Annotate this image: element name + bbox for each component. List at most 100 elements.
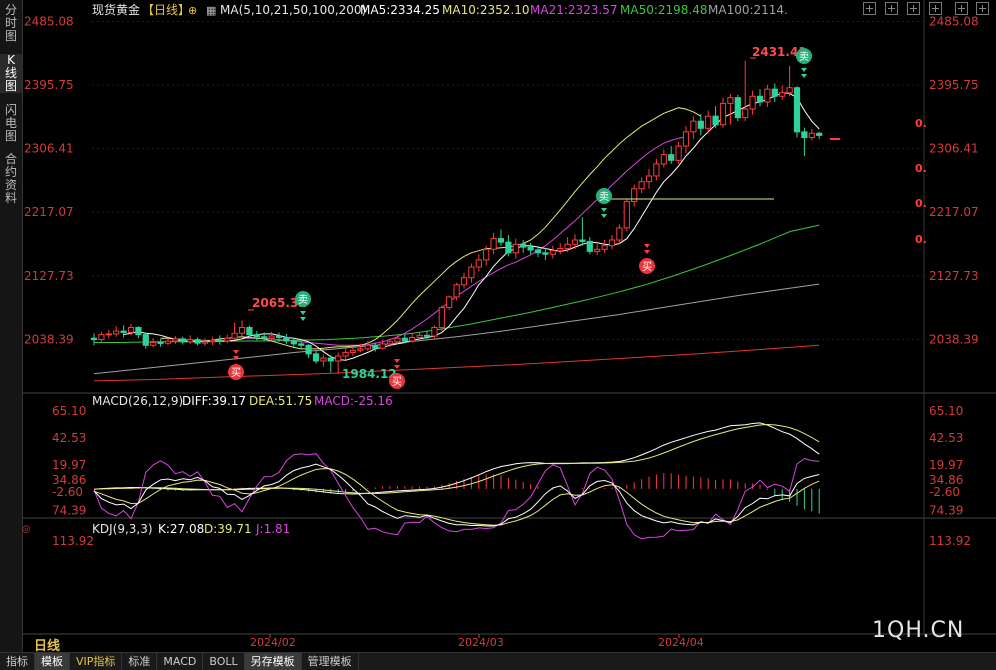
ma5-line [123,92,820,361]
signal-badge: 卖 [295,291,311,307]
sidebar: 分时图 K线图闪电图合约资料 [0,0,23,652]
sidebar-tab-1[interactable]: K线图 [0,54,22,93]
candle-body [357,348,364,351]
price-axis-left-label: 2127.73 [24,269,74,283]
candle-body [127,327,135,333]
candle-body [594,248,601,252]
candle-body [268,335,275,339]
candle-body [409,336,416,342]
candle-body [645,175,653,183]
candle-body [105,333,112,336]
candle-body [801,131,808,139]
macd-value: MACD:-25.16 [314,394,393,408]
kdj-k: K:27.08 [158,522,204,536]
signal-badge-label: 买 [642,261,652,273]
ma50-value: MA50:2198.48 [620,3,708,17]
price-axis-right-label: 2485.08 [929,15,979,29]
bottom-tab-3[interactable]: 标准 [122,653,158,670]
candle-body [298,343,305,346]
candle-body [616,227,623,241]
sidebar-tab-3[interactable]: 合约资料 [0,153,22,205]
sell-arrow [300,317,306,321]
bottom-tab-bar: 指标 模板 VIP指标 标准 MACD BOLL 另存模板 管理模板 [0,652,996,670]
candle-body [209,339,216,343]
candle-body [438,307,445,329]
candle-body [364,344,371,350]
macd-axis-right-label: 19.97 [929,458,963,472]
candle-body [571,239,579,245]
bottom-tab-1[interactable]: 模板 [35,653,70,670]
price-axis-left-label: 2306.41 [24,142,74,156]
bottom-tab-7[interactable]: 管理模板 [302,653,359,670]
candle-body [675,145,682,161]
candle-body [653,163,660,177]
candle-body [608,239,616,247]
bottom-tab-5[interactable]: BOLL [203,653,245,670]
kdj-settings-icon[interactable]: ◎ [22,524,31,535]
candle-body [401,337,408,342]
settings-icon[interactable]: ▦ [206,4,216,17]
macd-title: MACD(26,12,9) [92,394,183,408]
bottom-tab-2[interactable]: VIP指标 [70,653,123,670]
ma21-value: MA21:2323.57 [530,3,618,17]
toolbar-button-1[interactable] [863,2,876,15]
candle-body [416,334,423,338]
toolbar-button-5[interactable] [955,2,968,15]
candle-body [386,341,394,345]
bottom-tab-6[interactable]: 另存模板 [244,653,302,670]
candle-body [372,344,379,349]
candle-body [749,95,756,110]
sidebar-tab-0[interactable]: 分时图 [0,4,22,43]
toolbar-button-4[interactable] [929,2,942,15]
signal-badge: 买 [639,258,655,274]
add-icon[interactable]: ⊕ [188,4,197,17]
candle-body [564,243,571,250]
candle-body [497,238,505,243]
candle-body [631,188,638,203]
candle-body [394,337,401,343]
bottom-tab-0[interactable]: 指标 [0,653,35,670]
ma-lines [93,92,820,382]
candle-body [231,332,238,339]
toolbar-button-2[interactable] [885,2,898,15]
macd-axis-right-label: 42.53 [929,431,963,445]
candle-body [460,277,468,286]
macd-axis-left-label: 42.53 [52,431,86,445]
sell-arrow [300,311,306,315]
candle-body [816,132,823,136]
candle-body [446,296,453,309]
chart-area: 现货黄金 【日线】 ⊕ ▦ MA(5,10,21,50,100,200) MA5… [22,0,996,649]
sell-arrow [601,208,607,212]
kdj-k-line [93,463,820,527]
candle-body [705,115,712,129]
bottom-tab-4[interactable]: MACD [157,653,204,670]
ma5-value: MA5:2334.25 [360,3,440,17]
candle-body [512,243,519,254]
candle-body [808,132,815,139]
toolbar-button-3[interactable] [907,2,920,15]
candle-body [275,335,283,338]
ma10-value: MA10:2352.10 [442,3,530,17]
candle-body [534,249,542,254]
candle-body [431,327,438,337]
candle-body [771,88,778,97]
kdj-axis-right-label: 113.92 [929,534,971,548]
ma100-value: MA100:2114. [708,3,788,17]
candle-body [793,87,801,133]
candle-body [335,355,342,362]
signal-badge-label: 卖 [799,51,809,63]
ma200-line [93,344,820,382]
kdj-axis-left-label: 113.92 [52,534,94,548]
macd-dea: DEA:51.75 [249,394,312,408]
price-axis-left-label: 2485.08 [24,15,74,29]
macd-axis-left-label: 19.97 [52,458,86,472]
candle-body [586,240,593,252]
candle-body [475,259,482,268]
header-name: 现货黄金 [92,2,140,17]
sidebar-tab-2[interactable]: 闪电图 [0,104,22,143]
candle-body [579,239,586,242]
candle-body [727,97,734,104]
macd-diff-line [93,422,820,495]
candle-body [712,115,719,126]
toolbar-button-6[interactable] [976,2,989,15]
